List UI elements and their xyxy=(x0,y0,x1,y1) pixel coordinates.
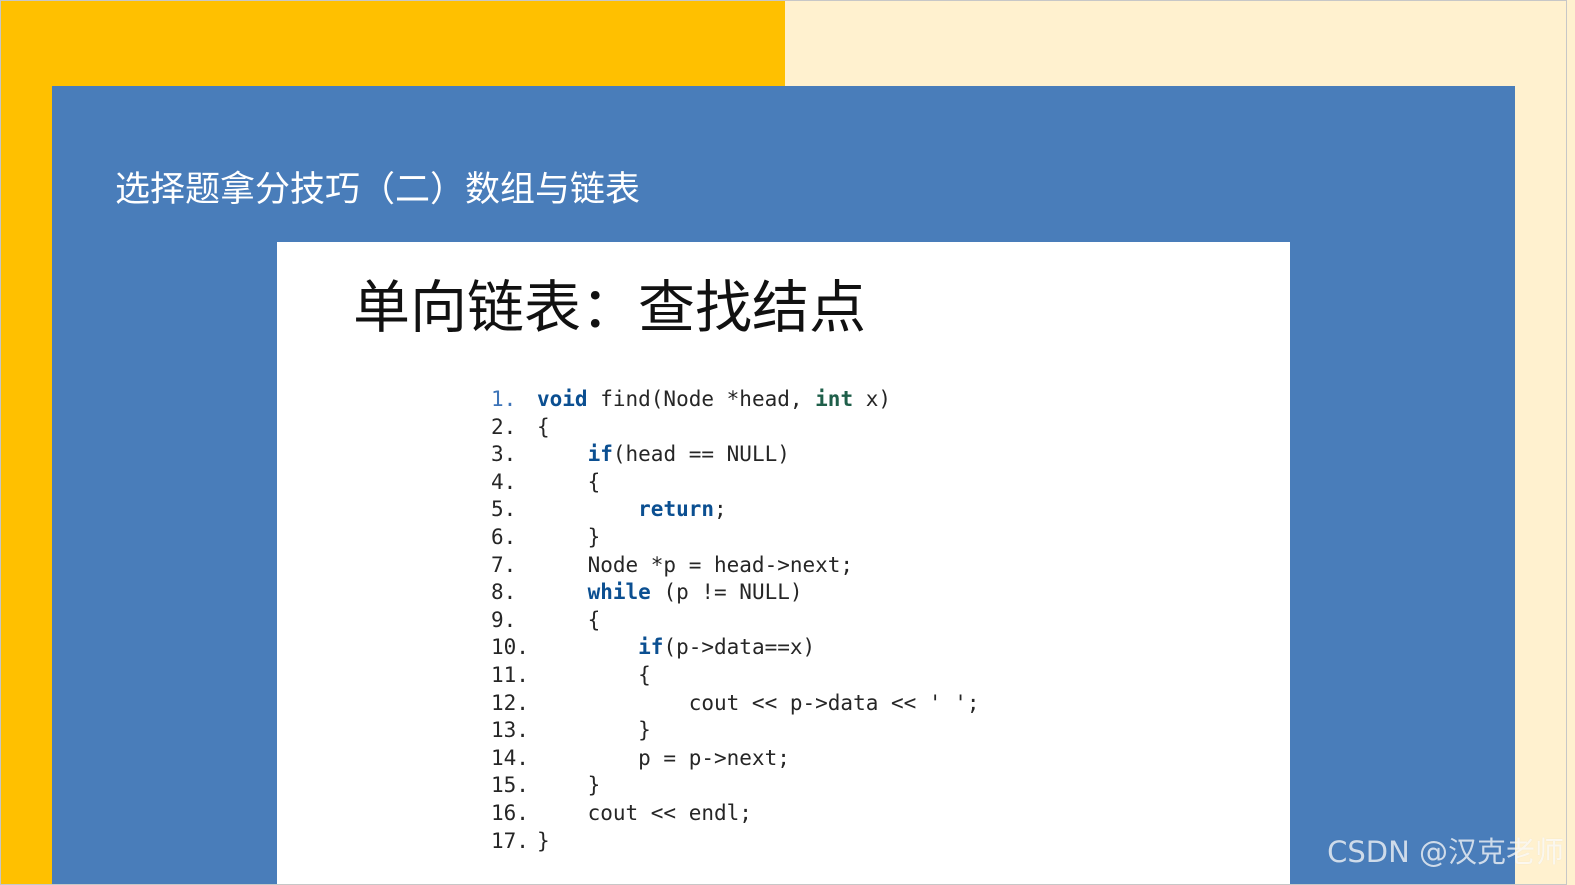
line-number: 1. xyxy=(491,387,517,411)
code-slide-card: 单向链表：查找结点 1. void find(Node *head, int x)… xyxy=(277,242,1290,885)
code-text: if(p->data==x) xyxy=(537,634,815,662)
code-segment: (head == NULL) xyxy=(612,442,790,467)
code-text: { xyxy=(537,662,651,690)
code-segment: Node *p = head->next; xyxy=(537,552,854,577)
code-line: 17.} xyxy=(491,828,1071,856)
code-line: 7. Node *p = head->next; xyxy=(491,552,1071,580)
card-heading: 单向链表：查找结点 xyxy=(353,275,866,341)
csdn-watermark: CSDN @汉克老师 xyxy=(1327,835,1564,869)
code-text: return; xyxy=(537,496,727,524)
line-number: 2. xyxy=(491,414,517,439)
presentation-slide: 选择题拿分技巧（二）数组与链表 单向链表：查找结点 1. void find(No… xyxy=(0,0,1575,885)
code-line: 3. if(head == NULL) xyxy=(491,441,1071,469)
code-text: { xyxy=(537,414,550,442)
code-text: cout << p->data << ' '; xyxy=(537,690,980,718)
code-segment: cout << p->data << ' '; xyxy=(537,690,980,715)
code-text: } xyxy=(537,717,651,745)
code-segment: { xyxy=(537,414,550,439)
code-line: 5. return; xyxy=(491,496,1071,524)
code-line: 15. } xyxy=(491,772,1071,800)
code-line: 10. if(p->data==x) xyxy=(491,634,1071,662)
code-line: 11. { xyxy=(491,662,1071,690)
code-block: 1. void find(Node *head, int x) 2.{3. if(h… xyxy=(491,386,1071,855)
code-keyword: void xyxy=(537,387,588,411)
code-segment: (p != NULL) xyxy=(650,580,803,605)
code-keyword: if xyxy=(587,442,613,467)
code-segment: } xyxy=(537,524,601,549)
code-keyword: int xyxy=(815,387,854,411)
code-keyword: return xyxy=(638,497,715,522)
code-segment: (p->data==x) xyxy=(663,635,816,660)
code-segment: { xyxy=(537,607,601,632)
code-text: } xyxy=(537,828,550,856)
line-number: 8. xyxy=(491,580,517,605)
code-text: p = p->next; xyxy=(537,745,790,773)
code-segment: p = p->next; xyxy=(537,745,790,770)
slide-title: 选择题拿分技巧（二）数组与链表 xyxy=(115,170,641,210)
line-number: 3. xyxy=(491,442,517,467)
code-segment: find(Node *head, xyxy=(587,387,816,411)
code-text: } xyxy=(537,772,601,800)
line-number: 4. xyxy=(491,469,517,494)
code-segment: ; xyxy=(714,497,727,522)
line-number: 7. xyxy=(491,552,517,577)
code-text: void find(Node *head, int x) xyxy=(537,386,891,414)
code-segment: } xyxy=(537,828,550,853)
code-line: 1. void find(Node *head, int x) xyxy=(491,386,1071,414)
code-text: if(head == NULL) xyxy=(537,441,790,469)
line-number: 16. xyxy=(491,800,529,825)
code-text: Node *p = head->next; xyxy=(537,552,854,580)
code-line: 14. p = p->next; xyxy=(491,745,1071,773)
code-line: 6. } xyxy=(491,524,1071,552)
code-segment: } xyxy=(537,773,601,798)
code-text: { xyxy=(537,607,601,635)
code-line: 13. } xyxy=(491,717,1071,745)
code-line: 9. { xyxy=(491,607,1071,635)
code-keyword: while xyxy=(587,580,651,605)
code-line: 16. cout << endl; xyxy=(491,800,1071,828)
code-line: 2. { xyxy=(491,414,1071,442)
code-text: cout << endl; xyxy=(537,800,752,828)
line-number: 10. xyxy=(491,635,529,660)
code-segment: cout << endl; xyxy=(537,800,752,825)
code-segment: { xyxy=(537,662,651,687)
line-number: 14. xyxy=(491,745,529,770)
line-number: 13. xyxy=(491,718,529,743)
code-segment: { xyxy=(537,469,601,494)
line-number: 17. xyxy=(491,828,529,853)
code-segment: x) xyxy=(853,387,892,411)
code-line: 8. while (p != NULL) xyxy=(491,579,1071,607)
code-line: 12. cout << p->data << ' '; xyxy=(491,690,1071,718)
code-text: } xyxy=(537,524,601,552)
line-number: 11. xyxy=(491,662,529,687)
code-text: while (p != NULL) xyxy=(537,579,803,607)
code-keyword: if xyxy=(638,635,664,660)
line-number: 6. xyxy=(491,524,517,549)
code-segment: } xyxy=(537,718,651,743)
code-text: { xyxy=(537,469,601,497)
code-line: 4. { xyxy=(491,469,1071,497)
line-number: 9. xyxy=(491,607,517,632)
line-number: 5. xyxy=(491,497,517,522)
line-number: 15. xyxy=(491,773,529,798)
line-number: 12. xyxy=(491,690,529,715)
